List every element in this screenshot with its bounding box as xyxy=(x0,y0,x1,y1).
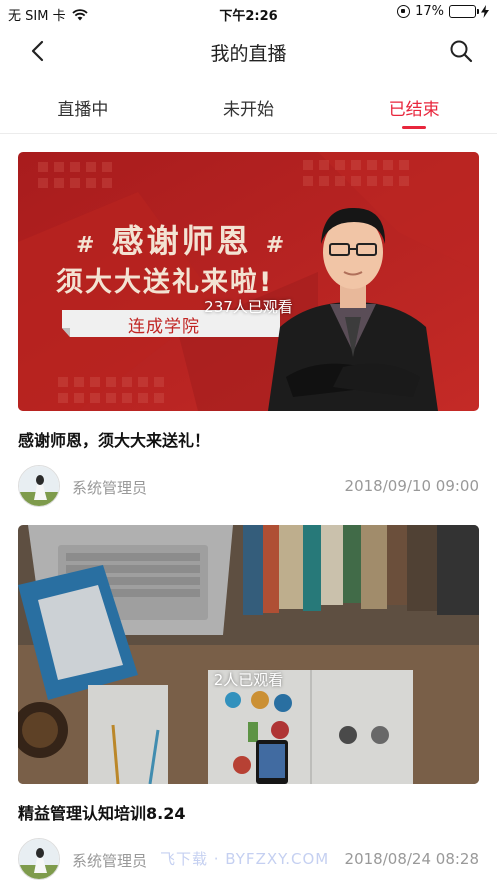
live-thumbnail[interactable]: # 感谢师恩 # 须大大送礼来啦! 连成学院 237人已观看 xyxy=(18,152,479,411)
page-title: 我的直播 xyxy=(210,43,287,65)
avatar-image xyxy=(19,839,59,879)
status-bar: 无 SIM 卡 下午2:26 17% xyxy=(0,0,497,26)
tab-live[interactable]: 直播中 xyxy=(0,86,166,133)
avatar xyxy=(18,838,60,880)
status-right: 17% xyxy=(397,4,489,19)
live-thumbnail[interactable]: 2人已观看 xyxy=(18,525,479,784)
orientation-lock-icon xyxy=(397,5,411,18)
live-title[interactable]: 精益管理认知培训8.24 xyxy=(18,800,479,824)
tab-upcoming[interactable]: 未开始 xyxy=(166,86,332,133)
poster-hash-left: # xyxy=(76,233,98,258)
poster-hash-right: # xyxy=(265,233,288,258)
live-date: 2018/08/24 08:28 xyxy=(344,850,479,868)
watermark: 飞下载 · BYFZXY.COM xyxy=(160,850,330,868)
live-card: # 感谢师恩 # 须大大送礼来啦! 连成学院 237人已观看 感谢师恩，须大大来… xyxy=(18,152,479,509)
search-button[interactable] xyxy=(447,37,475,65)
live-title[interactable]: 感谢师恩，须大大来送礼！ xyxy=(18,427,479,451)
poster-headline: # 感谢师恩 # xyxy=(76,216,287,262)
nav-bar: 我的直播 xyxy=(0,26,497,76)
author-name: 系统管理员 xyxy=(72,479,148,497)
live-meta: 系统管理员 2018/09/10 09:00 xyxy=(18,465,479,509)
tab-ended[interactable]: 已结束 xyxy=(331,86,497,133)
search-icon xyxy=(450,40,473,63)
tab-bar: 直播中 未开始 已结束 xyxy=(0,86,497,134)
view-count: 237人已观看 xyxy=(204,298,293,316)
battery-icon xyxy=(449,5,479,18)
avatar-image xyxy=(19,466,59,506)
desk-image xyxy=(18,525,479,784)
author-name: 系统管理员 xyxy=(72,852,148,870)
poster-headline-text: 感谢师恩 xyxy=(111,222,252,260)
battery-percent: 17% xyxy=(415,4,444,19)
view-count: 2人已观看 xyxy=(213,671,284,689)
live-card: 2人已观看 精益管理认知培训8.24 系统管理员 2018/08/24 08:2… xyxy=(18,525,479,882)
charging-icon xyxy=(481,5,489,18)
avatar xyxy=(18,465,60,507)
live-date: 2018/09/10 09:00 xyxy=(344,477,479,495)
poster-subline: 须大大送礼来啦! xyxy=(56,267,274,298)
